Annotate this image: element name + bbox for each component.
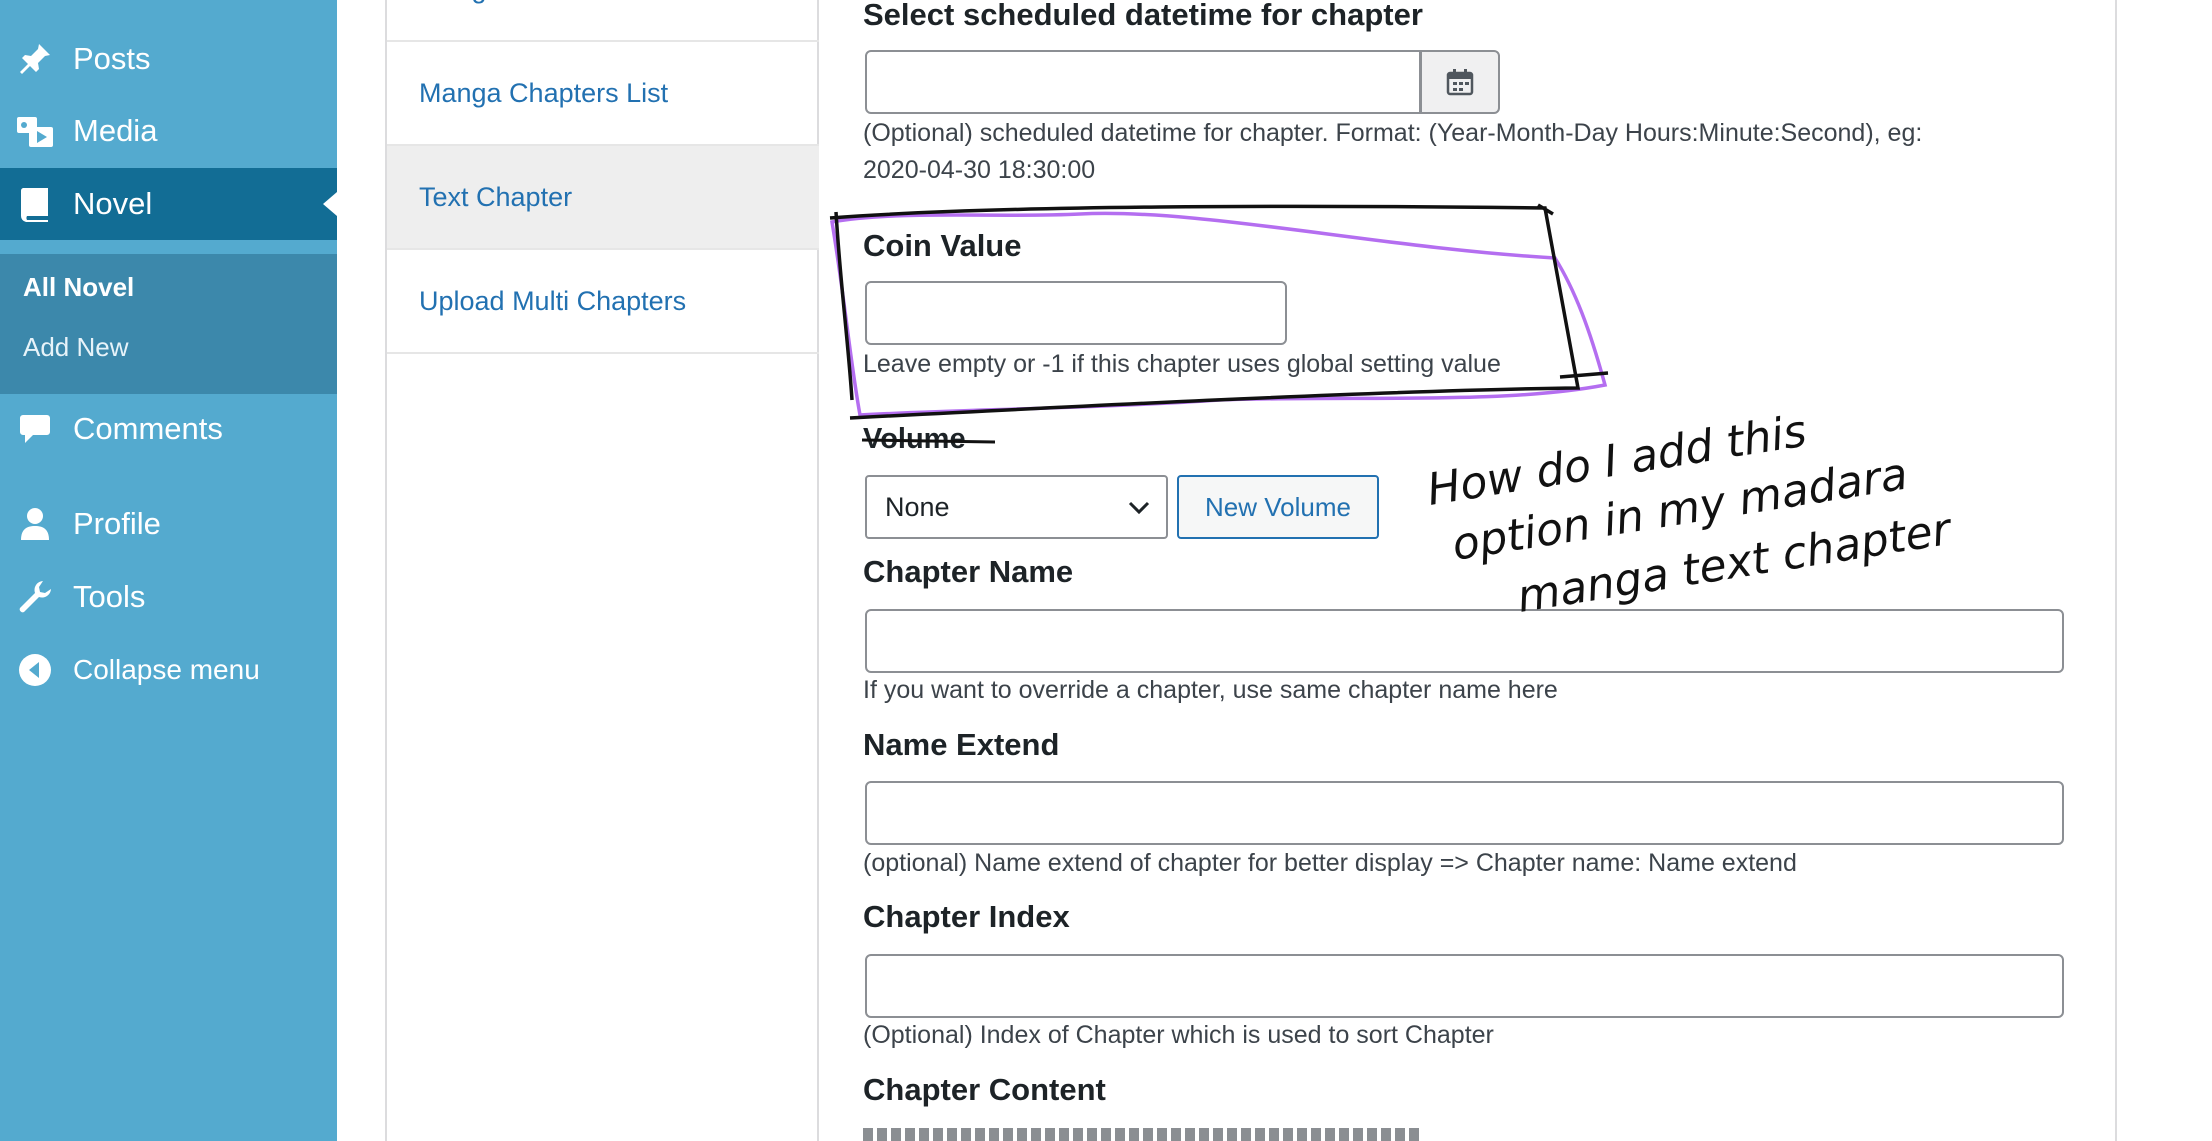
calendar-icon	[1446, 69, 1474, 96]
book-icon	[15, 184, 55, 224]
submenu-all-novel[interactable]: All Novel	[23, 272, 134, 303]
media-icon	[15, 111, 55, 151]
menu-label: Profile	[73, 506, 161, 541]
tab-label: Text Chapter	[419, 181, 573, 212]
chevron-down-icon	[1128, 501, 1150, 515]
coin-value-label: Coin Value	[863, 228, 1022, 263]
volume-select[interactable]: None	[865, 475, 1168, 539]
user-icon	[15, 504, 55, 544]
admin-sidebar: Posts Media Novel All Novel Add New Comm…	[0, 0, 337, 1141]
menu-label: Tools	[73, 579, 146, 614]
submenu-add-new[interactable]: Add New	[23, 332, 129, 363]
menu-item-profile[interactable]: Profile	[0, 488, 337, 560]
novel-submenu: All Novel Add New	[0, 254, 337, 394]
tab-text-chapter[interactable]: Text Chapter	[387, 146, 819, 250]
chapter-content-description-cut	[863, 1128, 1423, 1141]
wrench-icon	[15, 577, 55, 617]
chapter-name-label: Chapter Name	[863, 554, 1074, 589]
new-volume-button[interactable]: New Volume	[1177, 475, 1379, 539]
coin-value-input[interactable]	[865, 281, 1287, 345]
tab-partial-top[interactable]: Manga	[387, 0, 819, 42]
calendar-button[interactable]	[1420, 50, 1500, 114]
tab-manga-chapters-list[interactable]: Manga Chapters List	[387, 42, 819, 146]
menu-item-comments[interactable]: Comments	[0, 393, 337, 465]
panel-border	[2115, 0, 2117, 1141]
tab-upload-multi-chapters[interactable]: Upload Multi Chapters	[387, 250, 819, 354]
collapse-icon	[15, 650, 55, 690]
name-extend-description: (optional) Name extend of chapter for be…	[863, 849, 1797, 877]
volume-label: Volume	[863, 423, 966, 455]
tab-label: Upload Multi Chapters	[419, 285, 687, 316]
chapter-index-description: (Optional) Index of Chapter which is use…	[863, 1021, 1494, 1049]
menu-item-posts[interactable]: Posts	[0, 23, 337, 95]
chapter-name-input[interactable]	[865, 609, 2064, 673]
chapter-type-tabs: Manga Manga Chapters List Text Chapter U…	[385, 0, 819, 1141]
chapter-form: Select scheduled datetime for chapter (O…	[821, 0, 2117, 1141]
comment-icon	[15, 409, 55, 449]
pin-icon	[15, 39, 55, 79]
menu-label: Media	[73, 113, 158, 148]
coin-value-description: Leave empty or -1 if this chapter uses g…	[863, 350, 1501, 378]
menu-label: Collapse menu	[73, 654, 260, 685]
menu-label: Comments	[73, 411, 223, 446]
menu-item-media[interactable]: Media	[0, 95, 337, 167]
menu-item-novel[interactable]: Novel	[0, 168, 337, 240]
scheduled-label: Select scheduled datetime for chapter	[863, 0, 1423, 32]
scheduled-datetime-input[interactable]	[865, 50, 1421, 114]
menu-label: Novel	[73, 186, 153, 221]
scheduled-description: (Optional) scheduled datetime for chapte…	[863, 119, 1923, 147]
name-extend-label: Name Extend	[863, 727, 1060, 762]
menu-item-tools[interactable]: Tools	[0, 561, 337, 633]
chapter-index-input[interactable]	[865, 954, 2064, 1018]
menu-label: Posts	[73, 41, 151, 76]
chapter-index-label: Chapter Index	[863, 899, 1070, 934]
tab-label: Manga Chapters List	[419, 77, 669, 108]
chapter-content-label: Chapter Content	[863, 1072, 1106, 1107]
volume-selected-value: None	[885, 491, 950, 522]
chapter-name-description: If you want to override a chapter, use s…	[863, 676, 1558, 704]
collapse-menu-button[interactable]: Collapse menu	[0, 634, 337, 706]
scheduled-description-example: 2020-04-30 18:30:00	[863, 156, 1096, 184]
name-extend-input[interactable]	[865, 781, 2064, 845]
